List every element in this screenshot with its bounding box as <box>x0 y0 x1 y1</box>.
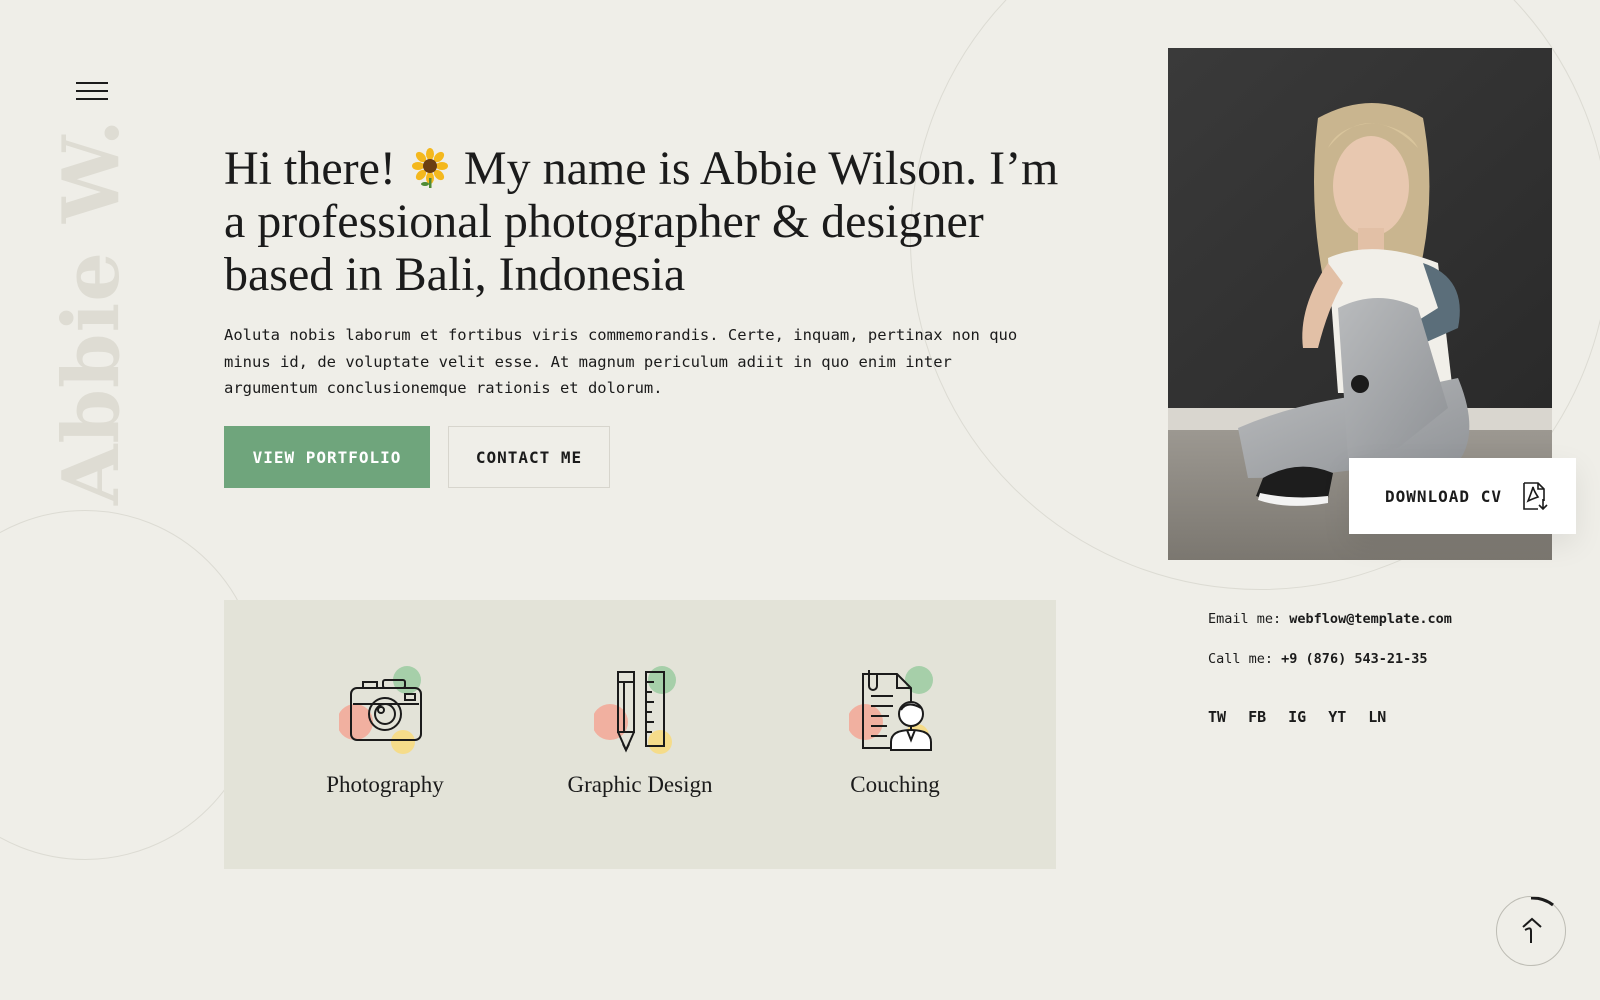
social-link-ln[interactable]: LN <box>1368 708 1386 726</box>
email-link[interactable]: webflow@template.com <box>1289 611 1452 627</box>
phone-link[interactable]: +9 (876) 543-21-35 <box>1281 651 1427 667</box>
social-link-fb[interactable]: FB <box>1248 708 1266 726</box>
decorative-circle <box>0 510 260 860</box>
service-graphic-design[interactable]: Graphic Design <box>540 666 740 798</box>
email-label: Email me: <box>1208 611 1282 627</box>
service-photography[interactable]: Photography <box>285 666 485 798</box>
email-line: Email me: webflow@template.com <box>1208 611 1452 627</box>
hero-intro: Aoluta nobis laborum et fortibus viris c… <box>224 326 1018 397</box>
services-panel: Photography Graphic Design Couching <box>224 600 1056 869</box>
phone-line: Call me: +9 (876) 543-21-35 <box>1208 651 1427 667</box>
contact-me-button[interactable]: CONTACT ME <box>448 426 610 488</box>
arrow-up-icon <box>1522 897 1554 943</box>
view-portfolio-button[interactable]: VIEW PORTFOLIO <box>224 426 430 488</box>
service-label: Couching <box>850 772 940 797</box>
hero-headline: Hi there! My name is Abbie Wilson. I’m a… <box>224 142 1084 301</box>
social-link-ig[interactable]: IG <box>1288 708 1306 726</box>
social-link-tw[interactable]: TW <box>1208 708 1226 726</box>
social-links: TW FB IG YT LN <box>1208 708 1408 726</box>
camera-icon <box>339 666 431 758</box>
document-person-icon <box>849 666 941 758</box>
pdf-download-icon <box>1523 482 1548 511</box>
page: Abbie W. Hi there! My name is Abbie Wils… <box>0 0 1600 1000</box>
social-link-yt[interactable]: YT <box>1328 708 1346 726</box>
service-label: Graphic Design <box>567 772 713 797</box>
pencil-ruler-icon <box>594 666 686 758</box>
hamburger-menu-icon[interactable] <box>76 82 108 102</box>
download-cv-label: DOWNLOAD CV <box>1385 486 1502 506</box>
download-cv-button[interactable]: DOWNLOAD CV <box>1349 458 1576 534</box>
sunflower-icon <box>410 146 450 188</box>
service-couching[interactable]: Couching <box>795 666 995 798</box>
scroll-to-top-button[interactable] <box>1496 896 1566 966</box>
vertical-site-name: Abbie W. <box>46 118 137 505</box>
phone-label: Call me: <box>1208 651 1274 667</box>
service-label: Photography <box>326 772 444 797</box>
headline-greeting: Hi there! <box>224 142 396 195</box>
